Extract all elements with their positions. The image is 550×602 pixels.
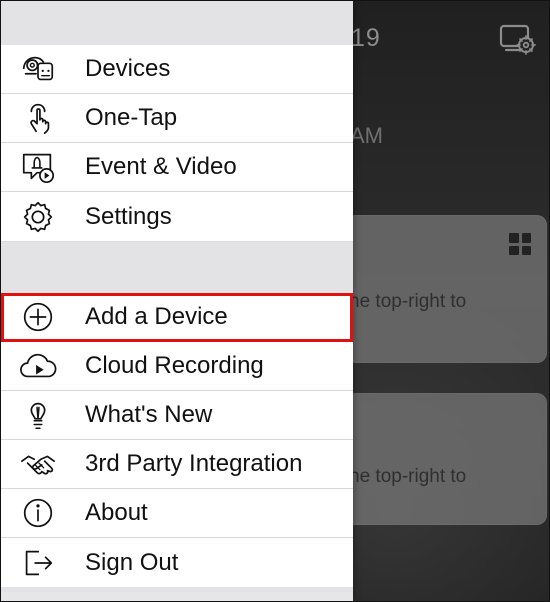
camera-settings-icon[interactable] xyxy=(498,21,536,55)
menu-item-one-tap[interactable]: One-Tap xyxy=(1,94,353,143)
background-card-text: he top-right to xyxy=(349,466,467,487)
background-ampm-fragment: AM xyxy=(350,123,383,148)
background-camera-card[interactable]: he top-right to xyxy=(349,215,547,363)
menu-label-3rd-party-integration: 3rd Party Integration xyxy=(85,450,303,477)
settings-gear-icon xyxy=(1,192,75,241)
menu-item-3rd-party-integration[interactable]: 3rd Party Integration xyxy=(1,440,353,489)
drawer-bottom-space xyxy=(1,587,353,592)
handshake-icon xyxy=(1,440,75,488)
cloud-play-icon xyxy=(1,342,75,390)
menu-item-add-device[interactable]: Add a Device xyxy=(1,293,353,342)
menu-item-about[interactable]: About xyxy=(1,489,353,538)
menu-item-devices[interactable]: Devices xyxy=(1,45,353,94)
navigation-drawer: Devices One-Tap Event & Video Settings A… xyxy=(1,1,353,601)
add-circle-icon xyxy=(1,293,75,341)
menu-label-cloud-recording: Cloud Recording xyxy=(85,352,264,379)
event-video-icon xyxy=(1,143,75,191)
background-time-fragment: 19 xyxy=(351,24,381,52)
menu-item-sign-out[interactable]: Sign Out xyxy=(1,538,353,587)
lightbulb-icon xyxy=(1,391,75,439)
menu-label-settings: Settings xyxy=(85,202,172,230)
menu-item-event-video[interactable]: Event & Video xyxy=(1,143,353,192)
menu-label-add-device: Add a Device xyxy=(85,303,228,330)
grid-view-icon[interactable] xyxy=(509,233,531,255)
primary-menu-group: Devices One-Tap Event & Video Settings xyxy=(1,45,353,241)
menu-item-cloud-recording[interactable]: Cloud Recording xyxy=(1,342,353,391)
menu-label-whats-new: What's New xyxy=(85,401,213,428)
tap-hand-icon xyxy=(1,94,75,142)
menu-label-event-video: Event & Video xyxy=(85,153,237,180)
menu-label-one-tap: One-Tap xyxy=(85,104,178,131)
menu-label-about: About xyxy=(85,499,148,526)
sign-out-icon xyxy=(1,538,75,587)
menu-item-settings[interactable]: Settings xyxy=(1,192,353,241)
drawer-header-space xyxy=(1,1,353,45)
menu-item-whats-new[interactable]: What's New xyxy=(1,391,353,440)
devices-icon xyxy=(1,45,75,93)
app-screen: 19 AM he top-right to he top-right to De… xyxy=(0,0,550,602)
info-icon xyxy=(1,489,75,537)
menu-section-gap xyxy=(1,241,353,293)
background-camera-card[interactable]: he top-right to xyxy=(349,393,547,525)
menu-label-sign-out: Sign Out xyxy=(85,548,179,576)
menu-label-devices: Devices xyxy=(85,55,171,82)
background-card-text: he top-right to xyxy=(349,291,467,312)
secondary-menu-group: Add a Device Cloud Recording What's New … xyxy=(1,293,353,587)
